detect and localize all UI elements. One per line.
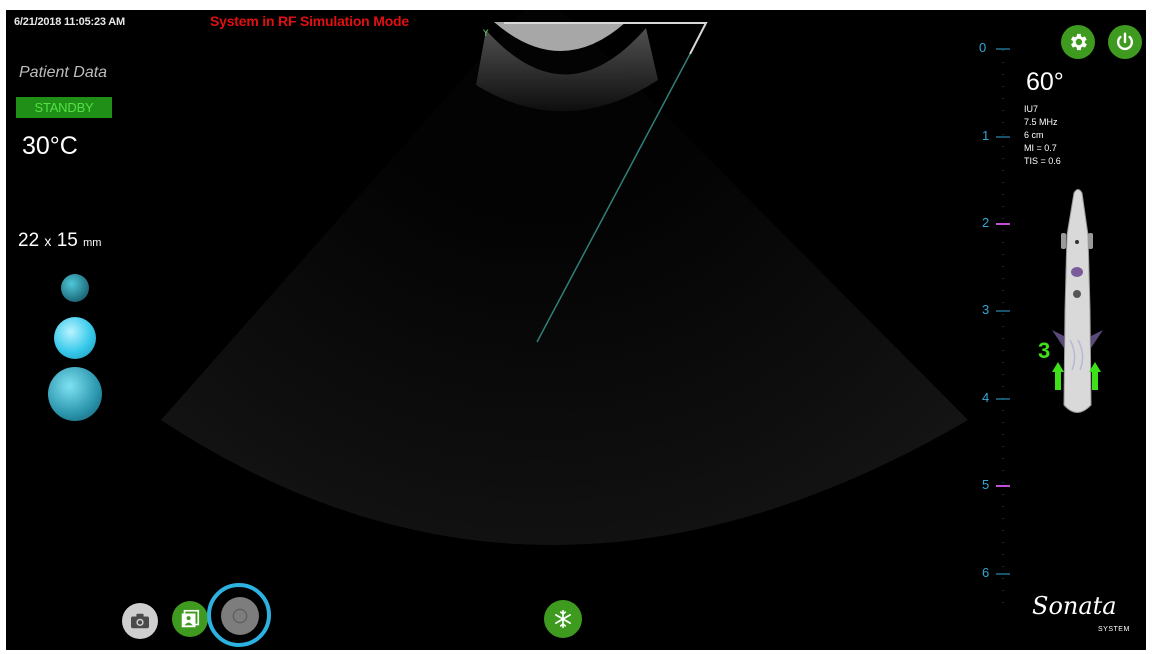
snowflake-icon [555,609,571,629]
ultrasound-sector: Y [161,10,1103,610]
ablation-times-sign: x [44,233,52,249]
depth-scale [996,48,1010,610]
simulation-mode-banner: System in RF Simulation Mode [210,13,409,29]
ablation-size-small-button[interactable] [61,274,89,302]
ablation-size-readout: 22 x 15 mm [18,230,101,252]
depth-label-0: 0 [979,40,987,55]
probe-specs: IU7 7.5 MHz 6 cm MI = 0.7 TIS = 0.6 [1024,103,1061,168]
screenshot-button[interactable] [122,603,158,639]
mechanical-index: MI = 0.7 [1024,143,1057,153]
ablation-size-large-button[interactable] [48,367,102,421]
power-button[interactable] [1108,25,1142,59]
ablation-size-medium-button[interactable] [54,317,96,359]
image-depth: 6 cm [1024,130,1044,140]
thermal-index: TIS = 0.6 [1024,156,1061,166]
depth-label-6: 6 [982,565,990,580]
gallery-button[interactable] [172,601,208,637]
gallery-icon [181,609,200,628]
depth-label-1: 1 [982,128,990,143]
settings-button[interactable] [1061,25,1095,59]
depth-label-4: 4 [982,390,990,405]
camera-icon [131,613,149,629]
sector-angle-readout: 60° [1026,68,1064,96]
sonata-logo-subtitle: SYSTEM [1098,626,1130,633]
record-button[interactable] [221,597,259,635]
depth-label-3: 3 [982,302,990,317]
gear-icon [1071,33,1087,51]
depth-label-5: 5 [982,477,990,492]
timestamp: 6/21/2018 11:05:23 AM [14,16,125,28]
freeze-button[interactable] [544,600,582,638]
record-icon [232,608,248,624]
ablation-height: 15 [56,230,78,251]
ultrasound-screen: Y 6/21/2018 11:05:23 AM System in RF Sim… [6,10,1146,650]
ablation-width: 22 [18,230,40,251]
probe-model: IU7 [1024,104,1039,114]
temperature-readout: 30°C [22,132,78,160]
ablation-unit: mm [83,237,102,249]
power-icon [1116,32,1134,51]
patient-data-link[interactable]: Patient Data [19,64,107,82]
handpiece-graphic [1052,189,1103,413]
status-badge: STANDBY [16,97,112,118]
orientation-mark: Y [482,29,489,39]
depth-label-2: 2 [982,215,990,230]
handpiece-depth-count: 3 [1038,338,1051,363]
probe-frequency: 7.5 MHz [1024,117,1058,127]
sonata-logo: Sonata [1032,592,1117,620]
